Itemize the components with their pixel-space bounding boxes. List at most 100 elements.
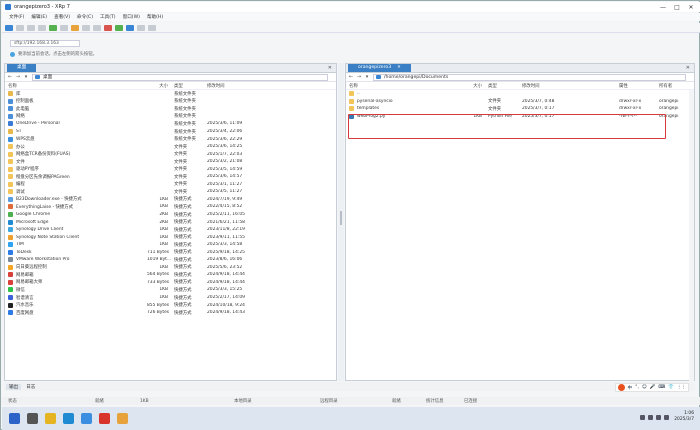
left-file-row[interactable]: WPS云盘 系统文件夹 2025/3/6, 22:29: [5, 135, 336, 143]
menu-help[interactable]: 帮助(H): [147, 14, 163, 20]
right-file-row[interactable]: templates 文件夹 2025/3/7, 0:17 drwxr-xr-x oran…: [346, 105, 694, 113]
remote-path-input[interactable]: /home/orangepi/Documents: [373, 73, 686, 81]
ime-punct[interactable]: °,: [635, 385, 639, 390]
left-file-row[interactable]: Synology Drive Client 1KB 快捷方式 2023/11/8, 2…: [5, 226, 336, 234]
stop-icon[interactable]: [93, 24, 101, 31]
microphone-icon[interactable]: 🎤: [650, 385, 656, 390]
sogou-icon[interactable]: [617, 384, 625, 391]
left-file-row[interactable]: 编程 文件夹 2025/3/1, 11:27: [5, 181, 336, 189]
tab-log[interactable]: 日志: [23, 384, 38, 390]
left-file-row[interactable]: 调试 文件夹 2025/3/5, 11:27: [5, 188, 336, 196]
keyboard-icon[interactable]: ⌨: [658, 385, 665, 390]
minimize-icon[interactable]: —: [656, 4, 670, 11]
skin-icon[interactable]: 👕: [668, 385, 674, 390]
up-icon[interactable]: ▾: [364, 74, 370, 80]
col-name[interactable]: 名称: [346, 83, 471, 89]
settings-icon[interactable]: [137, 24, 145, 31]
wps-icon[interactable]: [99, 413, 110, 424]
menu-view[interactable]: 查看(V): [54, 14, 70, 20]
left-file-row[interactable]: 文件 文件夹 2025/3/2, 21:08: [5, 158, 336, 166]
chevron-up-icon[interactable]: [640, 414, 646, 420]
sync-icon[interactable]: [115, 24, 123, 31]
open-icon[interactable]: [16, 24, 24, 31]
close-icon[interactable]: ✕: [684, 4, 698, 11]
view-icon[interactable]: [82, 24, 90, 31]
right-file-row[interactable]: pyserial-asyncio 文件夹 2025/3/7, 0:48 drwxr-x…: [346, 98, 694, 106]
back-icon[interactable]: ←: [348, 74, 354, 80]
copy-icon[interactable]: [60, 24, 68, 31]
left-file-row[interactable]: 驱动PY程序 文件夹 2025/3/5, 14:59: [5, 165, 336, 173]
left-file-row[interactable]: ST 系统文件夹 2025/3/4, 22:06: [5, 128, 336, 136]
left-file-row[interactable]: ToDesk 711 Bytes 快捷方式 2025/9/18, 14:25: [5, 248, 336, 256]
left-file-row[interactable]: Microsoft Edge 2KB 快捷方式 2021/6/21, 11:58: [5, 218, 336, 226]
right-file-row[interactable]: ..: [346, 90, 694, 98]
back-icon[interactable]: ←: [7, 74, 13, 80]
grid-icon[interactable]: ⋮⋮: [677, 385, 686, 390]
emoji-icon[interactable]: ☺: [642, 385, 647, 390]
edge-icon[interactable]: [63, 413, 74, 424]
xftp-icon[interactable]: [81, 413, 92, 424]
maximize-icon[interactable]: □: [670, 4, 684, 11]
menu-command[interactable]: 命令(C): [77, 14, 93, 20]
remote-tab-menu-icon[interactable]: ✕: [686, 64, 690, 72]
left-file-row[interactable]: OneDrive - Personal 系统文件夹 2025/3/6, 11:09: [5, 120, 336, 128]
left-file-row[interactable]: 智谱清言 1KB 快捷方式 2025/2/17, 14:09: [5, 294, 336, 302]
left-file-row[interactable]: 此电脑 系统文件夹: [5, 105, 336, 113]
clock[interactable]: 1:06 2025/3/7: [674, 411, 694, 423]
menu-edit[interactable]: 编辑(E): [31, 14, 47, 20]
left-file-row[interactable]: 网易邮箱大师 733 Bytes 快捷方式 2024/9/18, 14:44: [5, 279, 336, 287]
new-session-icon[interactable]: [5, 24, 13, 31]
col-modified[interactable]: 修改时间: [207, 83, 267, 89]
disconnect-icon[interactable]: [27, 24, 35, 31]
left-file-row[interactable]: 网络 系统文件夹: [5, 113, 336, 121]
col-owner[interactable]: 所有者: [659, 83, 689, 89]
col-name[interactable]: 名称: [5, 83, 147, 89]
left-file-row[interactable]: EverythingLaise - 快捷方式 1KB 快捷方式 2022/4/15, …: [5, 203, 336, 211]
local-path-input[interactable]: 桌面: [32, 73, 328, 81]
tab-output[interactable]: 输出: [6, 383, 22, 390]
left-file-row[interactable]: TIM 1KB 快捷方式 2025/3/3, 14:58: [5, 241, 336, 249]
left-file-row[interactable]: 网易邮箱 564 Bytes 快捷方式 2024/9/18, 14:44: [5, 271, 336, 279]
pane-splitter[interactable]: [338, 63, 344, 381]
col-size[interactable]: 大小: [471, 83, 485, 89]
left-file-row[interactable]: 网络盒TCR备份资料(FUAS) 文件夹 2025/1/7, 22:03: [5, 150, 336, 158]
forward-icon[interactable]: →: [356, 74, 362, 80]
col-type[interactable]: 类型: [485, 83, 519, 89]
left-file-row[interactable]: 微信 1KB 快捷方式 2025/3/3, 15:25: [5, 286, 336, 294]
volume-icon[interactable]: [656, 414, 662, 420]
left-file-row[interactable]: 百度网盘 726 Bytes 快捷方式 2024/9/18, 14:43: [5, 309, 336, 317]
left-file-row[interactable]: 橙盘分区先余调报PAGreen 文件夹 2025/3/6, 14:57: [5, 173, 336, 181]
local-tab-menu-icon[interactable]: ✕: [328, 64, 332, 72]
battery-icon[interactable]: [664, 414, 670, 420]
tab-close-icon[interactable]: ✕: [397, 64, 401, 72]
left-file-row[interactable]: 办公 文件夹 2025/3/6, 14:25: [5, 143, 336, 151]
left-file-row[interactable]: VMware Workstation Pro 1019 Byt... 快捷方式 202…: [5, 256, 336, 264]
taskview-icon[interactable]: [27, 413, 38, 424]
ime-chinese[interactable]: 中: [628, 385, 633, 391]
delete-icon[interactable]: [104, 24, 112, 31]
tab-local[interactable]: 桌面: [7, 64, 37, 72]
col-type[interactable]: 类型: [171, 83, 207, 89]
up-icon[interactable]: ▾: [23, 74, 29, 80]
left-file-row[interactable]: Synology Note Station Client 1KB 快捷方式 2023/…: [5, 233, 336, 241]
menu-tools[interactable]: 工具(T): [100, 14, 116, 20]
left-file-row[interactable]: 库 系统文件夹: [5, 90, 336, 98]
forward-icon[interactable]: →: [15, 74, 21, 80]
col-modified[interactable]: 修改时间: [519, 83, 619, 89]
left-file-row[interactable]: Google Chrome 2KB 快捷方式 2025/2/11, 16:05: [5, 211, 336, 219]
left-file-row[interactable]: B23Downloader.exe - 快捷方式 1KB 快捷方式 2024/7/19…: [5, 196, 336, 204]
left-file-row[interactable]: 汽水音乐 855 Bytes 快捷方式 2024/10/18, 9:24: [5, 301, 336, 309]
left-file-row[interactable]: 控制面板 系统文件夹: [5, 98, 336, 106]
tab-remote[interactable]: orangepizero3 ✕: [348, 64, 411, 72]
explorer-icon[interactable]: [45, 413, 56, 424]
globe-icon[interactable]: [126, 24, 134, 31]
col-attr[interactable]: 属性: [619, 83, 659, 89]
app-icon-2[interactable]: [117, 413, 128, 424]
left-file-row[interactable]: 向日葵远程控制 1KB 快捷方式 2025/5/6, 23:52: [5, 264, 336, 272]
refresh-icon[interactable]: [49, 24, 57, 31]
address-input[interactable]: sftp://192.168.3.163: [10, 40, 80, 47]
remote-scrollbar[interactable]: [689, 90, 694, 381]
menu-file[interactable]: 文件(F): [9, 14, 24, 20]
menu-window[interactable]: 窗口(W): [123, 14, 140, 20]
start-icon[interactable]: [9, 413, 20, 424]
